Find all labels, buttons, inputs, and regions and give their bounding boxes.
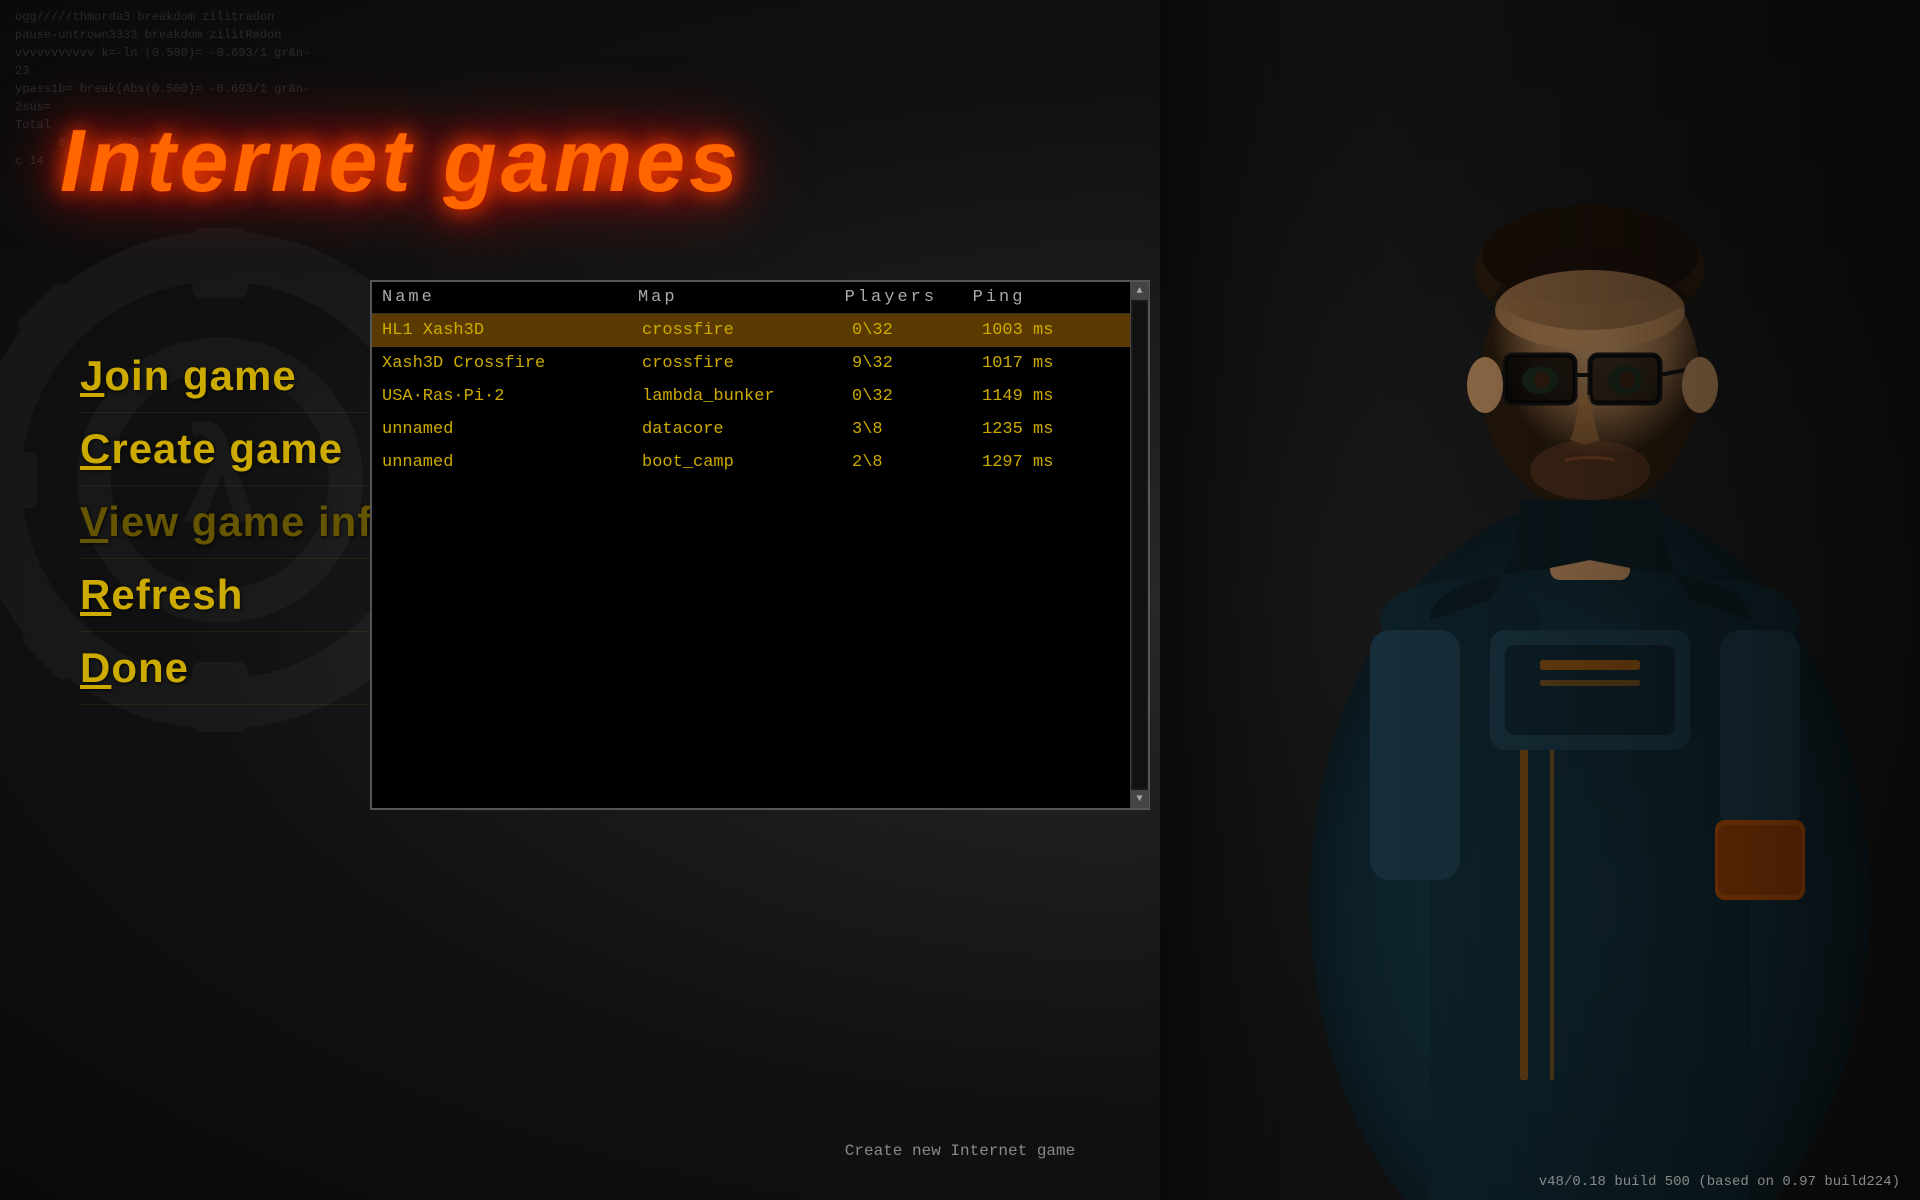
server-ping: 1017 ms — [982, 354, 1132, 373]
header-name: Name — [382, 288, 638, 307]
server-list-headers: Name Map Players Ping — [372, 282, 1148, 314]
version-text: v48/0.18 build 500 (based on 0.97 build2… — [1539, 1174, 1900, 1190]
server-name: unnamed — [382, 420, 642, 439]
nav-item-done[interactable]: Done — [80, 632, 399, 705]
nav-item-done-label: Done — [80, 644, 189, 691]
server-row[interactable]: HL1 Xash3D crossfire 0\32 1003 ms — [372, 314, 1148, 347]
server-name: Xash3D Crossfire — [382, 354, 642, 373]
server-name: USA·Ras·Pi·2 — [382, 387, 642, 406]
character-portrait — [1160, 0, 1920, 1200]
scroll-down-button[interactable]: ▼ — [1131, 790, 1149, 808]
page-title: Internet games — [60, 110, 742, 212]
nav-item-create-game[interactable]: Create game — [80, 413, 399, 486]
server-row[interactable]: USA·Ras·Pi·2 lambda_bunker 0\32 1149 ms — [372, 380, 1148, 413]
server-ping: 1003 ms — [982, 321, 1132, 340]
server-ping: 1235 ms — [982, 420, 1132, 439]
server-players: 9\32 — [852, 354, 982, 373]
nav-item-view-game-info: View game info — [80, 486, 399, 559]
server-panel: Name Map Players Ping HL1 Xash3D crossfi… — [370, 280, 1150, 810]
server-ping: 1297 ms — [982, 453, 1132, 472]
header-map: Map — [638, 288, 845, 307]
server-name: unnamed — [382, 453, 642, 472]
server-name: HL1 Xash3D — [382, 321, 642, 340]
server-map: crossfire — [642, 354, 852, 373]
server-map: datacore — [642, 420, 852, 439]
server-map: lambda_bunker — [642, 387, 852, 406]
server-players: 0\32 — [852, 387, 982, 406]
server-players: 0\32 — [852, 321, 982, 340]
server-players: 3\8 — [852, 420, 982, 439]
scrollbar: ▲ ▼ — [1130, 314, 1148, 808]
server-map: boot_camp — [642, 453, 852, 472]
server-list-body: HL1 Xash3D crossfire 0\32 1003 ms Xash3D… — [372, 314, 1148, 808]
nav-item-join-game[interactable]: Join game — [80, 340, 399, 413]
server-players: 2\8 — [852, 453, 982, 472]
scrollbar-track[interactable] — [1133, 314, 1147, 788]
server-row[interactable]: unnamed boot_camp 2\8 1297 ms — [372, 446, 1148, 479]
header-ping: Ping — [973, 288, 1121, 307]
status-bar: Create new Internet game — [0, 1142, 1920, 1160]
nav-item-refresh[interactable]: Refresh — [80, 559, 399, 632]
server-map: crossfire — [642, 321, 852, 340]
server-row[interactable]: unnamed datacore 3\8 1235 ms — [372, 413, 1148, 446]
nav-item-view-game-info-label: View game info — [80, 498, 399, 545]
nav-item-refresh-label: Refresh — [80, 571, 243, 618]
nav-item-join-game-label: Join game — [80, 352, 297, 399]
server-rows: HL1 Xash3D crossfire 0\32 1003 ms Xash3D… — [372, 314, 1148, 808]
version-info: v48/0.18 build 500 (based on 0.97 build2… — [1539, 1174, 1900, 1190]
header-players: Players — [845, 288, 973, 307]
server-row[interactable]: Xash3D Crossfire crossfire 9\32 1017 ms — [372, 347, 1148, 380]
status-text: Create new Internet game — [845, 1142, 1075, 1160]
nav-menu: Join game Create game View game info Ref… — [80, 340, 399, 705]
nav-item-create-game-label: Create game — [80, 425, 343, 472]
server-ping: 1149 ms — [982, 387, 1132, 406]
